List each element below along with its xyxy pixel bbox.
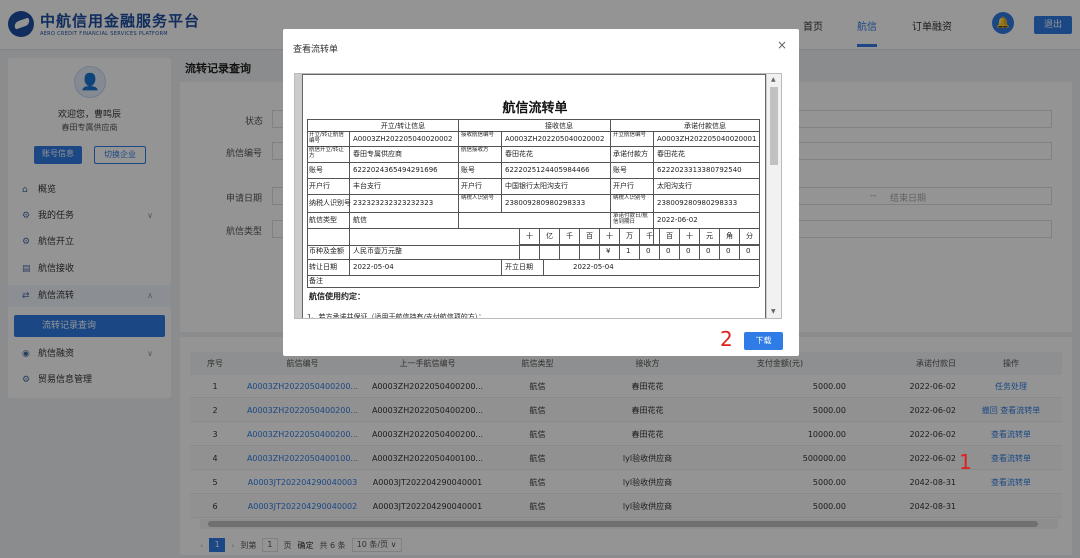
- doc-grid-line: [307, 259, 759, 260]
- doc-field: 6222023313380792540: [657, 166, 742, 174]
- transfer-slip-dialog: 查看流转单 × 航信流转单 开立/转让信息 接收信息 承诺付款信息 开立/转让航信编号…: [283, 29, 799, 356]
- annotation-number: 1: [959, 450, 972, 474]
- doc-field: 春田专属供应商: [353, 150, 402, 158]
- doc-grid-line: [349, 245, 350, 275]
- digit-value: 0: [666, 247, 671, 255]
- doc-field: 6222024365494291696: [353, 166, 438, 174]
- doc-field: A0003ZH202205040020002: [505, 135, 605, 143]
- doc-field: 6222025124405984466: [505, 166, 590, 174]
- doc-field: 中国银行太阳沟支行: [505, 182, 568, 190]
- doc-field: 238009280980298333: [505, 199, 586, 207]
- digit-value: 0: [646, 247, 651, 255]
- doc-field: 转让日期: [309, 263, 337, 271]
- digit-head: 百: [586, 232, 593, 240]
- vertical-scrollbar[interactable]: ▲ ▼: [767, 74, 781, 318]
- doc-grid-line: [759, 119, 760, 287]
- digit-head: 万: [626, 232, 633, 240]
- agreement-title: 航信使用约定：: [309, 292, 365, 301]
- doc-field: 航信: [353, 216, 367, 224]
- doc-field: 账号: [309, 166, 323, 174]
- doc-field: 开户行: [309, 182, 330, 190]
- doc-grid-line: [519, 244, 759, 245]
- doc-field: 承诺付款日/航信到期日: [613, 213, 648, 225]
- doc-field: 纳税人识别号: [461, 195, 495, 201]
- scroll-down-icon[interactable]: ▼: [771, 308, 776, 316]
- doc-title: 航信流转单: [502, 101, 568, 116]
- download-button[interactable]: 下载: [744, 332, 783, 350]
- doc-grid-line: [307, 228, 759, 229]
- transfer-slip-document: 航信流转单 开立/转让信息 接收信息 承诺付款信息 开立/转让航信编号 A0003ZH2…: [302, 74, 766, 319]
- doc-field: 232323232323232323: [353, 199, 434, 207]
- doc-field: 开立航信编号: [613, 132, 647, 138]
- doc-field: 丰台支行: [353, 182, 381, 190]
- scroll-up-icon[interactable]: ▲: [771, 76, 776, 84]
- doc-field: 备注: [309, 277, 323, 285]
- doc-field: 2022-06-02: [657, 216, 698, 224]
- doc-field: 春田花花: [505, 150, 533, 158]
- doc-field: 开立日期: [505, 263, 533, 271]
- doc-field: 开户行: [461, 182, 482, 190]
- doc-field: 币种及金额: [309, 247, 344, 255]
- digit-value: 0: [726, 247, 731, 255]
- doc-field: 承诺付款方: [613, 150, 648, 158]
- doc-field: 航信开立/转让方: [309, 147, 344, 159]
- doc-grid-line: [610, 119, 611, 228]
- doc-field: 人民币壹万元整: [353, 247, 402, 255]
- digit-head: 元: [706, 232, 713, 240]
- doc-field: 春田花花: [657, 150, 685, 158]
- digit-value: ¥: [606, 247, 611, 255]
- doc-field: 2022-05-04: [353, 263, 394, 271]
- digit-value: 0: [706, 247, 711, 255]
- scrollbar-thumb[interactable]: [770, 87, 778, 165]
- doc-field: A0003ZH202205040020001: [657, 135, 757, 143]
- agreement-line: 1、若方承诺并保证（适用于航信持有/支付航信项的方）：: [307, 313, 486, 319]
- doc-grid-line: [501, 259, 502, 275]
- doc-field: 太阳沟支行: [657, 182, 692, 190]
- doc-grid-line: [307, 162, 759, 163]
- doc-grid-line: [458, 119, 459, 228]
- document-viewer[interactable]: 航信流转单 开立/转让信息 接收信息 承诺付款信息 开立/转让航信编号 A0003ZH2…: [294, 73, 782, 319]
- digit-head: 十: [606, 232, 613, 240]
- digit-head: 亿: [546, 232, 553, 240]
- digit-value: 0: [686, 247, 691, 255]
- doc-field: 238009280980298333: [657, 199, 738, 207]
- doc-field: 纳税人识别号: [613, 195, 647, 201]
- doc-grid-line: [307, 275, 759, 276]
- doc-field: 开户行: [613, 182, 634, 190]
- doc-field: 航信接收方: [461, 147, 489, 153]
- doc-grid-line: [653, 131, 654, 245]
- digit-head: 千: [646, 232, 653, 240]
- digit-head: 分: [746, 232, 753, 240]
- doc-field: 账号: [461, 166, 475, 174]
- digit-head: 十: [526, 232, 533, 240]
- digit-value: 0: [746, 247, 751, 255]
- close-icon[interactable]: ×: [777, 38, 787, 52]
- doc-grid-line: [307, 245, 759, 246]
- doc-field: 账号: [613, 166, 627, 174]
- doc-grid-line: [307, 119, 759, 120]
- doc-grid-line: [307, 178, 759, 179]
- digit-head: 角: [726, 232, 733, 240]
- doc-field: 纳税人识别号: [309, 199, 351, 207]
- doc-field: 航信类型: [309, 216, 337, 224]
- doc-grid-line: [307, 287, 759, 288]
- doc-field: 开立/转让航信编号: [309, 132, 344, 144]
- digit-head: 十: [686, 232, 693, 240]
- doc-grid-line: [759, 228, 760, 259]
- doc-grid-line: [307, 212, 759, 213]
- doc-grid-line: [501, 131, 502, 212]
- doc-grid-line: [349, 131, 350, 245]
- digit-head: 千: [566, 232, 573, 240]
- doc-grid-line: [307, 194, 759, 195]
- doc-grid-line: [543, 259, 544, 275]
- dialog-title: 查看流转单: [293, 45, 339, 55]
- doc-field: 2022-05-04: [573, 263, 614, 271]
- doc-field: 接收航信编号: [461, 132, 495, 138]
- digit-head: 百: [666, 232, 673, 240]
- doc-grid-line: [307, 146, 759, 147]
- doc-grid-line: [307, 119, 308, 287]
- doc-field: A0003ZH202205040020002: [353, 135, 453, 143]
- digit-value: 1: [626, 247, 631, 255]
- annotation-number: 2: [720, 327, 733, 351]
